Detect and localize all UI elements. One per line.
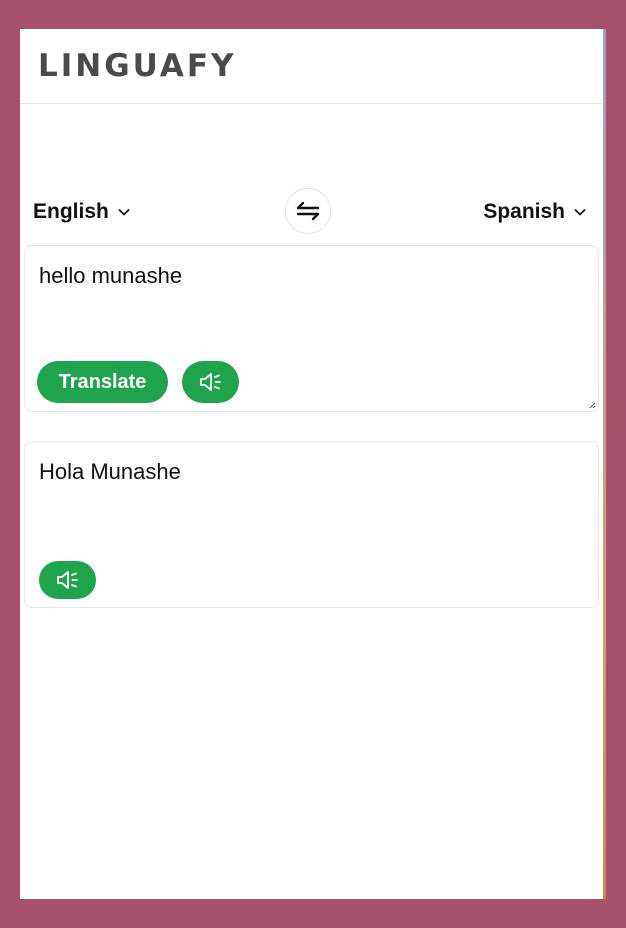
logo: LINGUAFY — [38, 48, 237, 84]
target-language-label: Spanish — [483, 200, 565, 223]
source-language-select[interactable]: English — [33, 200, 131, 224]
speak-source-button[interactable] — [182, 361, 239, 403]
translation-output: Hola Munashe — [24, 441, 599, 608]
translated-text: Hola Munashe — [39, 459, 181, 484]
target-language-select[interactable]: Spanish — [483, 200, 587, 224]
chevron-down-icon — [118, 208, 130, 216]
header: LINGUAFY — [20, 29, 605, 104]
speaker-icon — [56, 571, 78, 589]
background-window-edge — [603, 29, 606, 899]
translate-button[interactable]: Translate — [37, 361, 168, 403]
swap-languages-button[interactable] — [285, 188, 331, 234]
language-bar: English Spanish — [20, 188, 605, 236]
chevron-down-icon — [574, 208, 586, 216]
speak-translation-button[interactable] — [39, 561, 96, 599]
app-window: LINGUAFY English Spanish hello munashe T… — [20, 29, 605, 899]
source-language-label: English — [33, 200, 109, 223]
source-text-area[interactable]: hello munashe Translate — [24, 245, 599, 412]
source-text[interactable]: hello munashe — [39, 263, 182, 289]
swap-arrows-icon — [296, 201, 320, 221]
resize-handle-icon[interactable] — [588, 401, 596, 409]
speaker-icon — [199, 373, 221, 391]
